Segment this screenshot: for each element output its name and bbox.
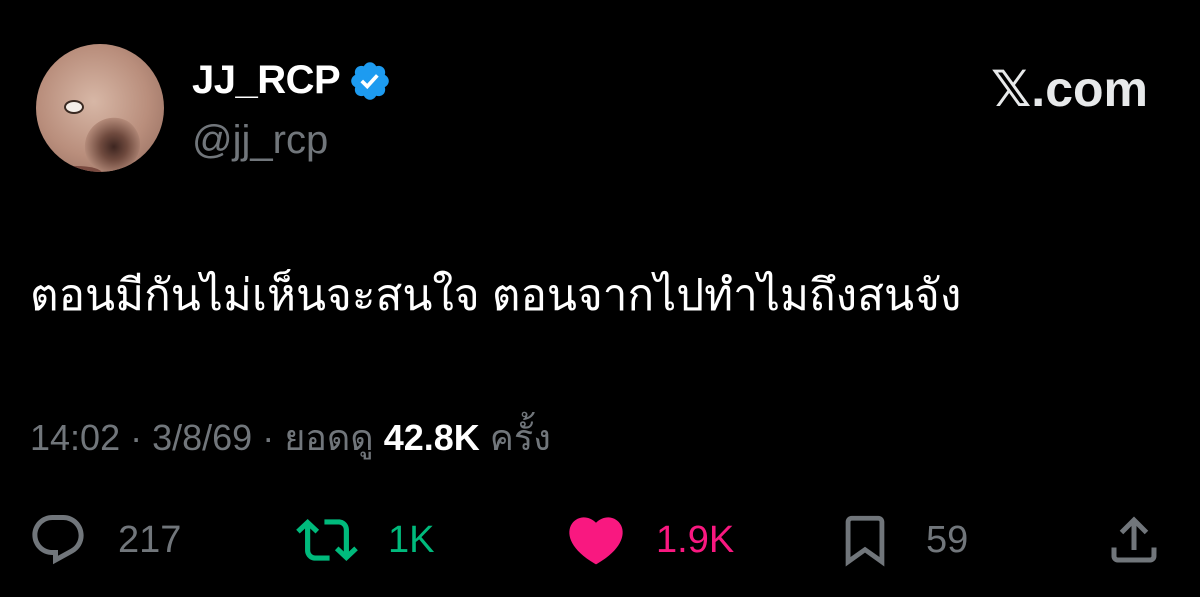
share-icon [1111,516,1157,563]
avatar[interactable] [36,44,164,172]
views-label: ยอดดู [284,417,374,458]
like-button[interactable]: 1.9K [564,508,734,572]
tweet-meta: 14:02 · 3/8/69 · ยอดดู 42.8K ครั้ง [30,416,551,460]
bookmark-count: 59 [926,519,969,561]
user-handle[interactable]: @jj_rcp [192,118,328,162]
avatar-nose [82,116,140,172]
meta-separator: · [252,417,285,458]
reply-button[interactable]: 217 [28,508,181,572]
tweet-time[interactable]: 14:02 [30,417,120,458]
reply-count: 217 [118,519,182,561]
action-bar: 217 1K 1.9K 59 [0,508,1200,572]
share-button[interactable] [1104,508,1164,572]
bookmark-icon [845,515,885,567]
bookmark-button[interactable]: 59 [836,508,968,572]
retweet-count: 1K [388,519,435,561]
tweet-date[interactable]: 3/8/69 [152,417,252,458]
retweet-button[interactable]: 1K [296,508,434,572]
meta-separator: · [120,417,153,458]
display-name[interactable]: JJ_RCP [192,58,341,102]
retweet-icon [296,519,358,561]
heart-icon [569,517,623,565]
avatar-eye-left [64,100,84,114]
tweet-text: ตอนมีกันไม่เห็นจะสนใจ ตอนจากไปทำไมถึงสนจ… [30,271,962,320]
reply-icon [32,515,84,565]
views-suffix: ครั้ง [489,417,551,458]
x-logo: 𝕏.com [991,61,1148,117]
verified-badge-icon [351,62,389,100]
views-count[interactable]: 42.8K [384,417,480,458]
like-count: 1.9K [656,519,735,561]
